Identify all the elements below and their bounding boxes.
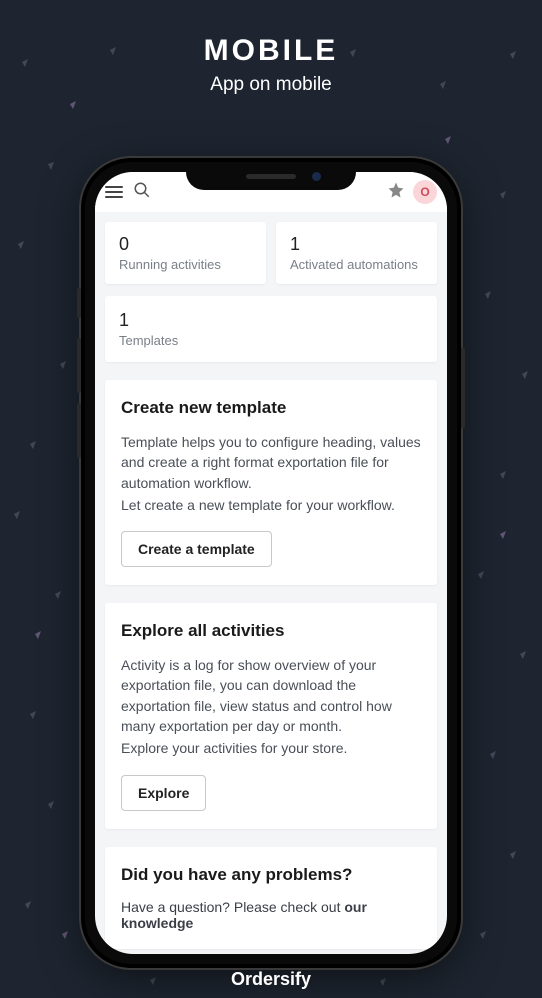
stat-value: 0 bbox=[119, 234, 252, 255]
create-template-button[interactable]: Create a template bbox=[121, 531, 272, 567]
stat-value: 1 bbox=[119, 310, 423, 331]
phone-frame: O 0 Running activities 1 Activated autom… bbox=[81, 158, 461, 968]
search-icon[interactable] bbox=[133, 181, 151, 204]
help-body: Have a question? Please check out our kn… bbox=[121, 899, 421, 931]
create-template-section: Create new template Template helps you t… bbox=[105, 380, 437, 585]
page-subtitle: App on mobile bbox=[0, 74, 542, 96]
stat-templates[interactable]: 1 Templates bbox=[105, 296, 437, 362]
star-icon[interactable] bbox=[387, 181, 405, 204]
section-title: Explore all activities bbox=[121, 621, 421, 641]
explore-button[interactable]: Explore bbox=[121, 775, 206, 811]
section-title: Create new template bbox=[121, 398, 421, 418]
phone-volume-up bbox=[77, 338, 81, 393]
stat-activated-automations[interactable]: 1 Activated automations bbox=[276, 222, 437, 284]
menu-icon[interactable] bbox=[105, 186, 123, 198]
phone-volume-down bbox=[77, 403, 81, 458]
explore-activities-section: Explore all activities Activity is a log… bbox=[105, 603, 437, 828]
user-avatar[interactable]: O bbox=[413, 180, 437, 204]
phone-notch bbox=[186, 162, 356, 190]
section-body: Template helps you to configure heading,… bbox=[121, 432, 421, 493]
page-title: MOBILE bbox=[0, 34, 542, 68]
stat-label: Running activities bbox=[119, 257, 252, 272]
section-body: Explore your activities for your store. bbox=[121, 738, 421, 758]
app-screen: O 0 Running activities 1 Activated autom… bbox=[95, 172, 447, 954]
section-body: Let create a new template for your workf… bbox=[121, 495, 421, 515]
footer-brand: Ordersify bbox=[0, 969, 542, 990]
stat-value: 1 bbox=[290, 234, 423, 255]
stat-label: Activated automations bbox=[290, 257, 423, 272]
section-title: Did you have any problems? bbox=[121, 865, 421, 885]
help-section: Did you have any problems? Have a questi… bbox=[105, 847, 437, 949]
phone-power-button bbox=[461, 348, 465, 428]
stat-running-activities[interactable]: 0 Running activities bbox=[105, 222, 266, 284]
help-text: Have a question? Please check out bbox=[121, 899, 344, 915]
section-body: Activity is a log for show overview of y… bbox=[121, 655, 421, 736]
stat-label: Templates bbox=[119, 333, 423, 348]
phone-mute-switch bbox=[77, 288, 81, 318]
